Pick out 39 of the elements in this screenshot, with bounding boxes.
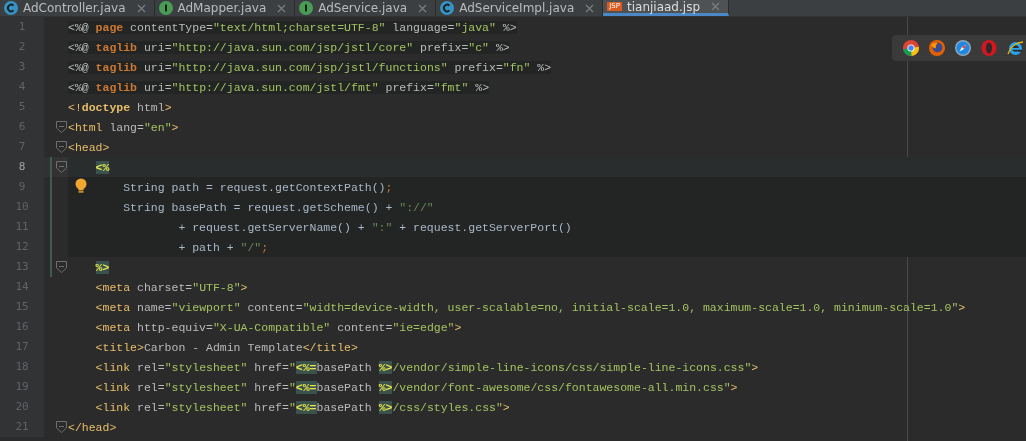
close-icon[interactable] xyxy=(585,3,595,13)
class-icon xyxy=(4,1,18,15)
class-icon xyxy=(440,1,455,15)
code-line: <meta name="viewport" content="width=device-width, user-scalable=no, initial-scale=1.0, maximum-scale=1.0, minimum-scale=1.0"> xyxy=(95,300,966,314)
code-line: <!doctype html> xyxy=(68,100,172,114)
code-line: + path + "/"; xyxy=(178,240,269,254)
interface-icon xyxy=(158,1,173,15)
code-line: <head> xyxy=(68,140,110,154)
code-line: <meta http-equiv="X-UA-Compatible" content="ie=edge"> xyxy=(95,320,462,334)
chrome-browser-icon[interactable] xyxy=(902,39,920,57)
fold-marker-icon[interactable] xyxy=(56,421,67,433)
compass-icon[interactable] xyxy=(954,39,972,57)
code-line: <title>Carbon - Admin Template</title> xyxy=(95,340,358,354)
interface-icon xyxy=(299,1,314,15)
code-line: String basePath = request.getScheme() + "://" xyxy=(123,200,434,214)
code-line: <link rel="stylesheet" href="<%=basePath %>/css/styles.css"> xyxy=(95,400,510,414)
code-line: <link rel="stylesheet" href="<%=basePath %>/vendor/font-awesome/css/fontawesome-all.min.css"> xyxy=(95,380,738,394)
close-icon[interactable] xyxy=(136,3,146,13)
fold-marker-icon[interactable] xyxy=(56,141,67,153)
fold-marker-icon[interactable] xyxy=(56,261,67,273)
fold-marker-icon[interactable] xyxy=(56,121,67,133)
editor-tab[interactable]: AdService.java xyxy=(295,0,437,16)
code-line: </head> xyxy=(68,420,117,434)
firefox-browser-icon[interactable] xyxy=(928,39,946,57)
close-icon[interactable] xyxy=(418,3,428,13)
code-line: String path = request.getContextPath(); xyxy=(123,180,393,194)
editor-tab[interactable]: AdMapper.java xyxy=(154,0,296,16)
fold-marker-icon[interactable] xyxy=(56,161,67,173)
editor-tab[interactable]: AdServiceImpl.java xyxy=(436,0,604,16)
opera-browser-icon[interactable] xyxy=(980,39,998,57)
close-icon[interactable] xyxy=(711,2,720,11)
code-line: <html lang="en"> xyxy=(68,120,179,134)
editor-tab[interactable]: AdController.java xyxy=(0,0,155,16)
code-line: + request.getServerName() + ":" + request.getServerPort() xyxy=(178,220,572,234)
lightbulb-icon[interactable] xyxy=(75,178,87,194)
close-icon[interactable] xyxy=(277,3,287,13)
code-line: <link rel="stylesheet" href="<%=basePath %>/vendor/simple-line-icons/css/simple-line-icons.css"> xyxy=(95,360,759,374)
internet-explorer-icon[interactable] xyxy=(1006,39,1024,57)
code-line: <meta charset="UTF-8"> xyxy=(95,280,248,294)
